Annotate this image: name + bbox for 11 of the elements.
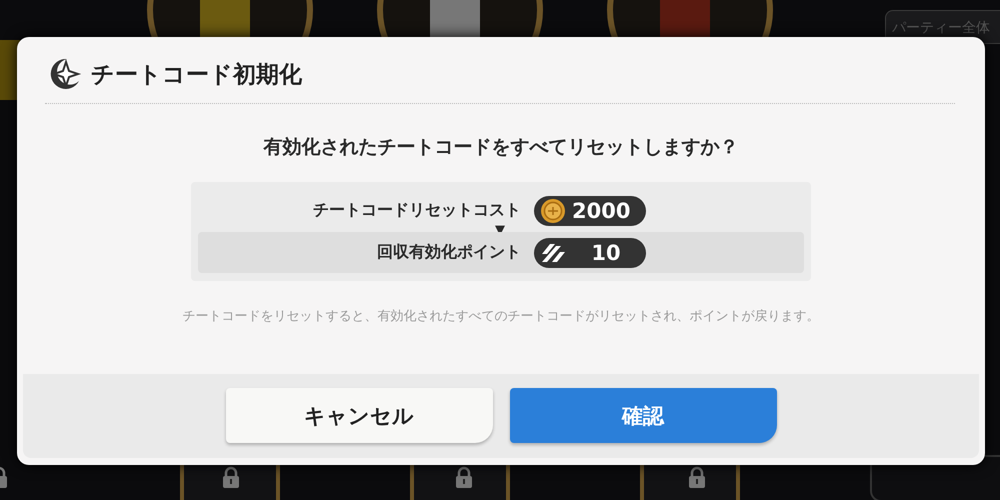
value-text: 2000 — [572, 198, 632, 222]
dialog-title: チートコード初期化 — [91, 60, 302, 90]
row-label: チートコードリセットコスト — [312, 200, 521, 221]
double-slash-icon — [540, 242, 566, 264]
coin-icon — [540, 198, 566, 224]
confirm-button[interactable]: 確認 — [510, 388, 776, 443]
value-text: 10 — [590, 240, 622, 264]
cancel-button[interactable]: キャンセル — [226, 388, 492, 443]
note-text: チートコードをリセットすると、有効化されたすべてのチートコードがリセットされ、ポイントが戻ります。 — [182, 308, 820, 325]
question-text: 有効化されたチートコードをすべてリセットしますか？ — [262, 135, 740, 160]
row-label: 回収有効化ポイント — [376, 242, 521, 263]
